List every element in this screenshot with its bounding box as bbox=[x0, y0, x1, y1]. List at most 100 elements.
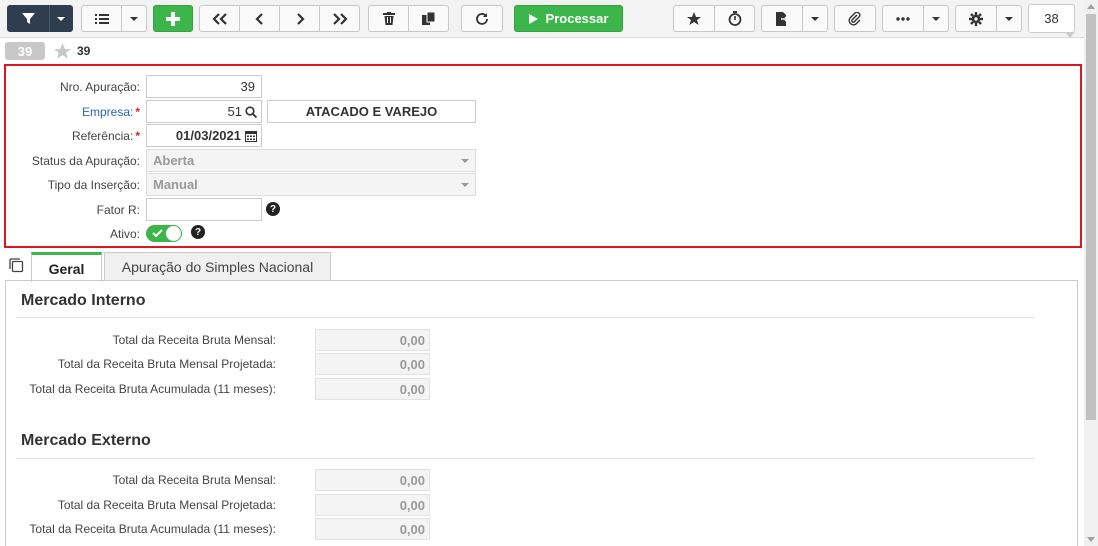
receita-mensal-projetada-label: Total da Receita Bruta Mensal Projetada: bbox=[57, 498, 276, 512]
receita-acumulada-label: Total da Receita Bruta Acumulada (11 mes… bbox=[29, 382, 276, 396]
list-split-button[interactable] bbox=[81, 5, 147, 32]
scroll-up-icon[interactable] bbox=[1087, 4, 1095, 9]
receita-mensal-projetada-field: 0,00 bbox=[315, 494, 430, 516]
ativo-toggle[interactable] bbox=[146, 225, 182, 242]
receita-mensal-projetada-field: 0,00 bbox=[315, 353, 430, 375]
toolbar: Processar 38 bbox=[0, 0, 1084, 38]
record-badge: 39 bbox=[5, 42, 45, 60]
toggle-knob bbox=[166, 226, 181, 241]
nro-apuracao-row: Nro. Apuração: bbox=[6, 75, 140, 98]
plus-icon bbox=[166, 11, 180, 26]
export-icon bbox=[776, 11, 788, 26]
empresa-name-field: ATACADO E VAREJO bbox=[267, 100, 476, 123]
nro-apuracao-label: Nro. Apuração: bbox=[59, 79, 140, 94]
status-select: Aberta bbox=[146, 149, 476, 172]
favorite-button[interactable] bbox=[673, 5, 715, 32]
ativo-row: Ativo: bbox=[6, 222, 140, 245]
next-record-button[interactable] bbox=[279, 5, 320, 32]
favorite-star-icon[interactable] bbox=[54, 42, 71, 60]
filter-icon bbox=[21, 13, 35, 24]
help-icon[interactable]: ? bbox=[191, 225, 205, 239]
referencia-field[interactable]: 01/03/2021 bbox=[146, 124, 262, 147]
attach-button[interactable] bbox=[834, 5, 876, 32]
star-icon bbox=[687, 11, 701, 25]
more-dropdown-button[interactable] bbox=[924, 5, 949, 32]
filter-button[interactable] bbox=[7, 5, 49, 32]
record-header: 39 39 bbox=[5, 41, 90, 61]
record-number: 39 bbox=[77, 44, 91, 58]
timer-button[interactable] bbox=[714, 5, 755, 32]
navigation-group bbox=[199, 5, 360, 32]
empresa-label[interactable]: Empresa: bbox=[82, 105, 133, 119]
receita-mensal-label: Total da Receita Bruta Mensal: bbox=[112, 473, 276, 487]
fator-r-field[interactable] bbox=[146, 198, 262, 221]
referencia-value: 01/03/2021 bbox=[175, 128, 241, 143]
search-icon[interactable] bbox=[245, 105, 257, 118]
referencia-label: Referência: bbox=[71, 128, 134, 143]
status-label: Status da Apuração: bbox=[31, 153, 140, 168]
add-button[interactable] bbox=[153, 5, 193, 32]
process-button[interactable]: Processar bbox=[514, 5, 623, 32]
empresa-code-field[interactable]: 51 bbox=[146, 100, 262, 123]
referencia-label-wrap: Referência: * bbox=[72, 129, 140, 143]
list-dropdown-button[interactable] bbox=[122, 5, 147, 32]
receita-acumulada-field: 0,00 bbox=[315, 378, 430, 400]
delete-button[interactable] bbox=[368, 5, 409, 32]
first-record-button[interactable] bbox=[199, 5, 240, 32]
paperclip-icon bbox=[848, 11, 861, 25]
status-value: Aberta bbox=[153, 153, 195, 168]
previous-record-button[interactable] bbox=[239, 5, 280, 32]
more-button[interactable] bbox=[882, 5, 924, 32]
export-button[interactable] bbox=[761, 5, 803, 32]
play-icon bbox=[528, 13, 538, 24]
chevron-down-icon bbox=[130, 16, 138, 21]
chevron-down-icon bbox=[1005, 16, 1013, 21]
process-button-label: Processar bbox=[545, 11, 609, 26]
nro-apuracao-field[interactable]: 39 bbox=[146, 75, 262, 98]
favorite-timer-group bbox=[673, 5, 755, 32]
list-button[interactable] bbox=[81, 5, 122, 32]
export-dropdown-button[interactable] bbox=[803, 5, 828, 32]
fator-r-row: Fator R: bbox=[6, 198, 140, 221]
tab-apuracao-simples-nacional[interactable]: Apuração do Simples Nacional bbox=[104, 252, 331, 281]
section-title: Mercado Externo bbox=[21, 432, 151, 449]
filter-split-button[interactable] bbox=[7, 5, 73, 32]
empresa-label-wrap: Empresa: * bbox=[82, 105, 140, 119]
last-record-button[interactable] bbox=[319, 5, 360, 32]
help-icon[interactable]: ? bbox=[266, 202, 280, 216]
calendar-icon[interactable] bbox=[245, 130, 257, 142]
chevron-down-icon bbox=[811, 16, 819, 21]
chevron-down-icon bbox=[932, 16, 940, 21]
copy-tabs-icon[interactable] bbox=[9, 258, 24, 273]
check-icon bbox=[152, 229, 163, 238]
more-split-button[interactable] bbox=[882, 5, 949, 32]
empresa-code-value: 51 bbox=[227, 104, 242, 119]
tab-geral[interactable]: Geral bbox=[31, 252, 102, 282]
tab-panel-geral: Mercado Interno Total da Receita Bruta M… bbox=[5, 280, 1078, 546]
vertical-scrollbar[interactable] bbox=[1084, 0, 1098, 546]
last-icon bbox=[332, 12, 348, 25]
filter-dropdown-button[interactable] bbox=[49, 5, 73, 32]
next-icon bbox=[296, 12, 305, 25]
list-icon bbox=[94, 13, 109, 24]
fator-r-label: Fator R: bbox=[96, 202, 140, 217]
receita-mensal-field: 0,00 bbox=[315, 469, 430, 491]
receita-mensal-field: 0,00 bbox=[315, 329, 430, 351]
settings-button[interactable] bbox=[955, 5, 997, 32]
gear-icon bbox=[969, 11, 983, 26]
scroll-thumb[interactable] bbox=[1086, 14, 1096, 420]
export-split-button[interactable] bbox=[761, 5, 828, 32]
receita-mensal-label: Total da Receita Bruta Mensal: bbox=[112, 333, 276, 347]
duplicate-button[interactable] bbox=[408, 5, 449, 32]
chevron-down-icon bbox=[461, 158, 469, 163]
settings-split-button[interactable] bbox=[955, 5, 1022, 32]
ativo-label: Ativo: bbox=[109, 226, 140, 241]
receita-acumulada-label: Total da Receita Bruta Acumulada (11 mes… bbox=[29, 522, 276, 536]
record-actions-group bbox=[368, 5, 449, 32]
status-row: Status da Apuração: bbox=[6, 149, 140, 172]
settings-dropdown-button[interactable] bbox=[997, 5, 1022, 32]
section-divider bbox=[16, 458, 1034, 459]
tipo-insercao-row: Tipo da Inserção: bbox=[6, 173, 140, 196]
scroll-down-icon[interactable] bbox=[1087, 537, 1095, 542]
refresh-button[interactable] bbox=[461, 5, 503, 32]
